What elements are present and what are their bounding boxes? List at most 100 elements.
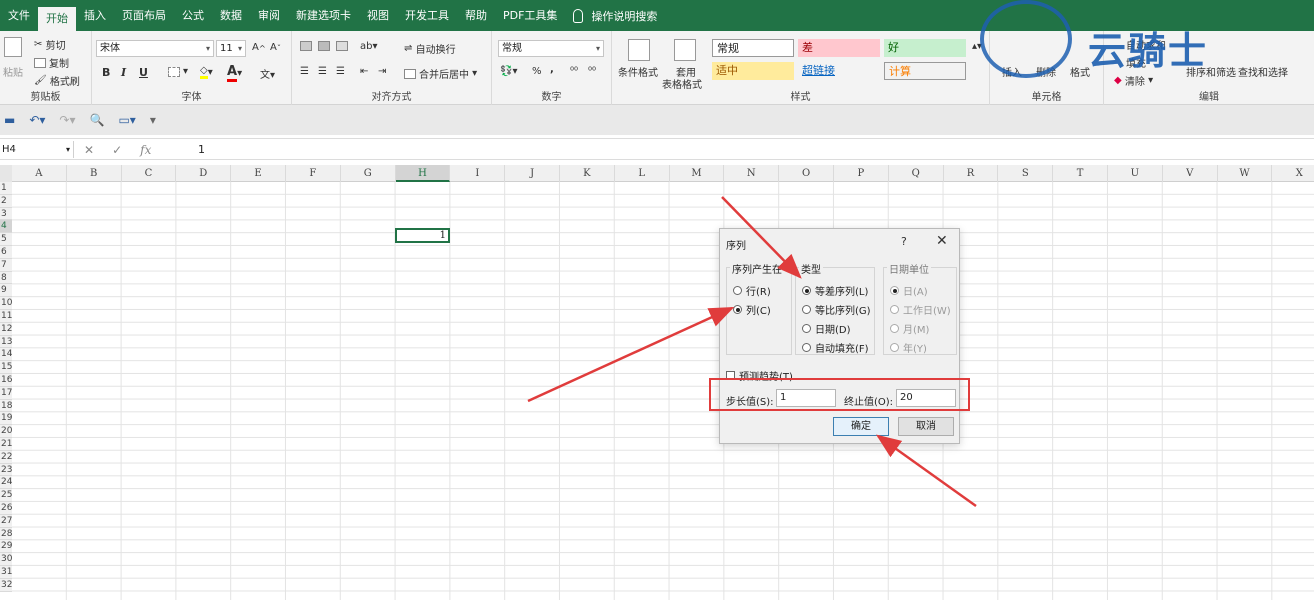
row-header-22[interactable]: 22	[0, 450, 12, 464]
column-header-a[interactable]: A	[12, 165, 67, 182]
style-hyperlink[interactable]: 超链接	[798, 62, 880, 80]
column-header-x[interactable]: X	[1272, 165, 1314, 182]
row-header-10[interactable]: 10	[0, 297, 12, 310]
cancel-button[interactable]: 取消	[898, 417, 954, 436]
column-header-p[interactable]: P	[834, 165, 889, 182]
help-button[interactable]: ?	[901, 235, 907, 248]
row-header-21[interactable]: 21	[0, 438, 12, 451]
fill-color-icon[interactable]: ◇ ▾	[200, 65, 213, 79]
row-header-1[interactable]: 1	[0, 182, 12, 195]
redo-icon[interactable]: ↷▾	[59, 113, 75, 127]
select-all-corner[interactable]	[0, 165, 12, 182]
column-header-n[interactable]: N	[724, 165, 780, 182]
row-header-15[interactable]: 15	[0, 361, 12, 374]
row-header-16[interactable]: 16	[0, 374, 12, 387]
phonetic-icon[interactable]: 文▾	[260, 66, 275, 81]
column-header-d[interactable]: D	[176, 165, 232, 182]
align-right-icon[interactable]: ☰	[336, 66, 345, 77]
column-header-m[interactable]: M	[670, 165, 725, 182]
row-header-4[interactable]: 4	[0, 220, 12, 234]
align-middle-icon[interactable]	[318, 41, 333, 51]
customize-qat-icon[interactable]: ▾	[150, 113, 156, 127]
format-painter-button[interactable]: 🖌 格式刷	[34, 73, 80, 88]
column-header-b[interactable]: B	[67, 165, 122, 182]
tab-file[interactable]: 文件	[0, 0, 38, 31]
undo-icon[interactable]: ↶▾	[29, 113, 45, 127]
row-header-26[interactable]: 26	[0, 502, 12, 515]
style-neutral[interactable]: 适中	[712, 62, 794, 80]
column-header-h[interactable]: H	[395, 165, 451, 182]
comma-button[interactable]: ,	[550, 64, 554, 75]
wrap-text-button[interactable]: ⇌ 自动换行	[404, 41, 456, 56]
orientation-icon[interactable]: ab▾	[360, 41, 378, 52]
decrease-font-icon[interactable]: Aˇ	[270, 42, 281, 53]
copy-button[interactable]: 复制	[34, 55, 69, 70]
column-header-e[interactable]: E	[231, 165, 286, 182]
row-header-6[interactable]: 6	[0, 246, 12, 259]
column-header-l[interactable]: L	[615, 165, 670, 182]
increase-decimal-icon[interactable]: ⁰⁰	[570, 66, 578, 77]
column-header-q[interactable]: Q	[889, 165, 944, 182]
bold-button[interactable]: B	[102, 66, 110, 79]
radio-linear[interactable]: 等差序列(L)	[802, 283, 868, 298]
row-header-32[interactable]: 32	[0, 578, 12, 592]
row-header-18[interactable]: 18	[0, 399, 12, 413]
tab-insert[interactable]: 插入	[76, 0, 114, 31]
align-left-icon[interactable]: ☰	[300, 66, 309, 77]
row-header-14[interactable]: 14	[0, 348, 12, 362]
underline-button[interactable]: U	[139, 66, 148, 79]
ok-button[interactable]: 确定	[833, 417, 889, 436]
column-header-s[interactable]: S	[998, 165, 1054, 182]
tab-review[interactable]: 审阅	[250, 0, 288, 31]
row-header-13[interactable]: 13	[0, 335, 12, 349]
row-header-19[interactable]: 19	[0, 412, 12, 426]
close-button[interactable]: ✕	[936, 233, 948, 249]
tab-new[interactable]: 新建选项卡	[288, 0, 359, 31]
column-header-i[interactable]: I	[450, 165, 506, 182]
column-header-f[interactable]: F	[286, 165, 341, 182]
cancel-icon[interactable]: ✕	[84, 143, 94, 157]
row-header-12[interactable]: 12	[0, 322, 12, 336]
cell-grid[interactable]	[12, 182, 1314, 600]
tell-me-search[interactable]: 操作说明搜索	[573, 8, 657, 24]
screen-icon[interactable]: ▭▾	[118, 113, 135, 127]
column-header-g[interactable]: G	[341, 165, 396, 182]
tab-home[interactable]: 开始	[38, 7, 76, 31]
row-header-11[interactable]: 11	[0, 310, 12, 323]
save-icon[interactable]: ▬	[4, 113, 15, 127]
decrease-decimal-icon[interactable]: ⁰⁰	[588, 66, 596, 77]
increase-indent-icon[interactable]: ⇥	[378, 66, 386, 77]
print-preview-icon[interactable]: 🔍	[90, 113, 105, 127]
style-bad[interactable]: 差	[798, 39, 880, 57]
row-header-7[interactable]: 7	[0, 258, 12, 272]
row-header-24[interactable]: 24	[0, 476, 12, 490]
align-top-icon[interactable]	[300, 41, 315, 51]
column-header-u[interactable]: U	[1108, 165, 1163, 182]
tab-pdf-tools[interactable]: PDF工具集	[495, 0, 565, 31]
align-center-icon[interactable]: ☰	[318, 66, 327, 77]
decrease-indent-icon[interactable]: ⇤	[360, 66, 368, 77]
paste-button[interactable]: 粘贴	[3, 64, 23, 79]
row-header-30[interactable]: 30	[0, 553, 12, 566]
number-format-select[interactable]: 常规	[498, 40, 604, 57]
radio-growth[interactable]: 等比序列(G)	[802, 302, 871, 317]
column-header-k[interactable]: K	[560, 165, 615, 182]
row-header-31[interactable]: 31	[0, 566, 12, 579]
font-name-select[interactable]: 宋体	[96, 40, 214, 57]
tab-view[interactable]: 视图	[359, 0, 397, 31]
increase-font-icon[interactable]: A ^	[252, 42, 266, 53]
percent-button[interactable]: %	[532, 66, 542, 77]
row-header-27[interactable]: 27	[0, 514, 12, 528]
radio-month[interactable]: 月(M)	[890, 321, 929, 336]
column-header-w[interactable]: W	[1218, 165, 1273, 182]
font-color-icon[interactable]: A ▾	[227, 64, 242, 82]
conditional-format-button[interactable]: 条件格式	[618, 64, 658, 79]
column-header-o[interactable]: O	[779, 165, 834, 182]
column-header-v[interactable]: V	[1163, 165, 1218, 182]
tab-developer[interactable]: 开发工具	[397, 0, 457, 31]
row-header-29[interactable]: 29	[0, 540, 12, 554]
enter-icon[interactable]: ✓	[112, 143, 122, 157]
row-header-17[interactable]: 17	[0, 386, 12, 400]
row-header-20[interactable]: 20	[0, 425, 12, 438]
style-normal[interactable]: 常规	[712, 39, 794, 57]
